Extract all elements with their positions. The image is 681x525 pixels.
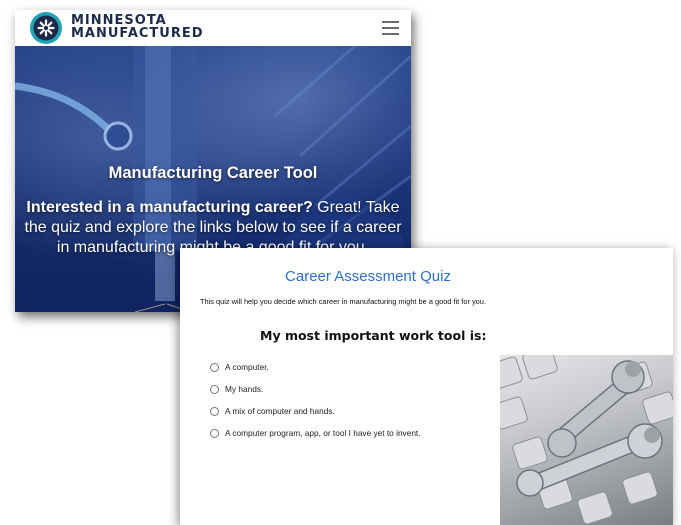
hero-description-bold: Interested in a manufacturing career? [26,199,313,216]
wrenches-on-keyboard-image [500,355,673,525]
answer-option-label: A computer program, app, or tool I have … [225,428,421,438]
answer-option-label: My hands. [225,384,264,394]
answer-option[interactable]: A computer. [210,356,421,378]
answer-options: A computer. My hands. A mix of computer … [210,356,421,444]
radio-unchecked-icon[interactable] [210,384,219,394]
quiz-card: Career Assessment Quiz This quiz will he… [180,248,673,525]
answer-option[interactable]: A computer program, app, or tool I have … [210,422,421,444]
quiz-title: Career Assessment Quiz [285,268,451,285]
logo-line-2: MANUFACTURED [71,26,204,41]
hamburger-menu-icon[interactable] [382,21,399,35]
answer-option[interactable]: A mix of computer and hands. [210,400,421,422]
radio-unchecked-icon[interactable] [210,428,219,438]
answer-option[interactable]: My hands. [210,378,421,400]
answer-option-label: A computer. [225,362,269,372]
logo-icon[interactable] [29,11,63,45]
quiz-intro: This quiz will help you decide which car… [200,297,486,306]
answer-option-label: A mix of computer and hands. [225,406,335,416]
site-logo-text[interactable]: MINNESOTA MANUFACTURED [71,14,204,40]
hero-title: Manufacturing Career Tool [108,164,318,182]
site-header: MINNESOTA MANUFACTURED [15,10,411,46]
quiz-question: My most important work tool is: [260,328,487,343]
radio-unchecked-icon[interactable] [210,406,219,416]
radio-unchecked-icon[interactable] [210,362,219,372]
